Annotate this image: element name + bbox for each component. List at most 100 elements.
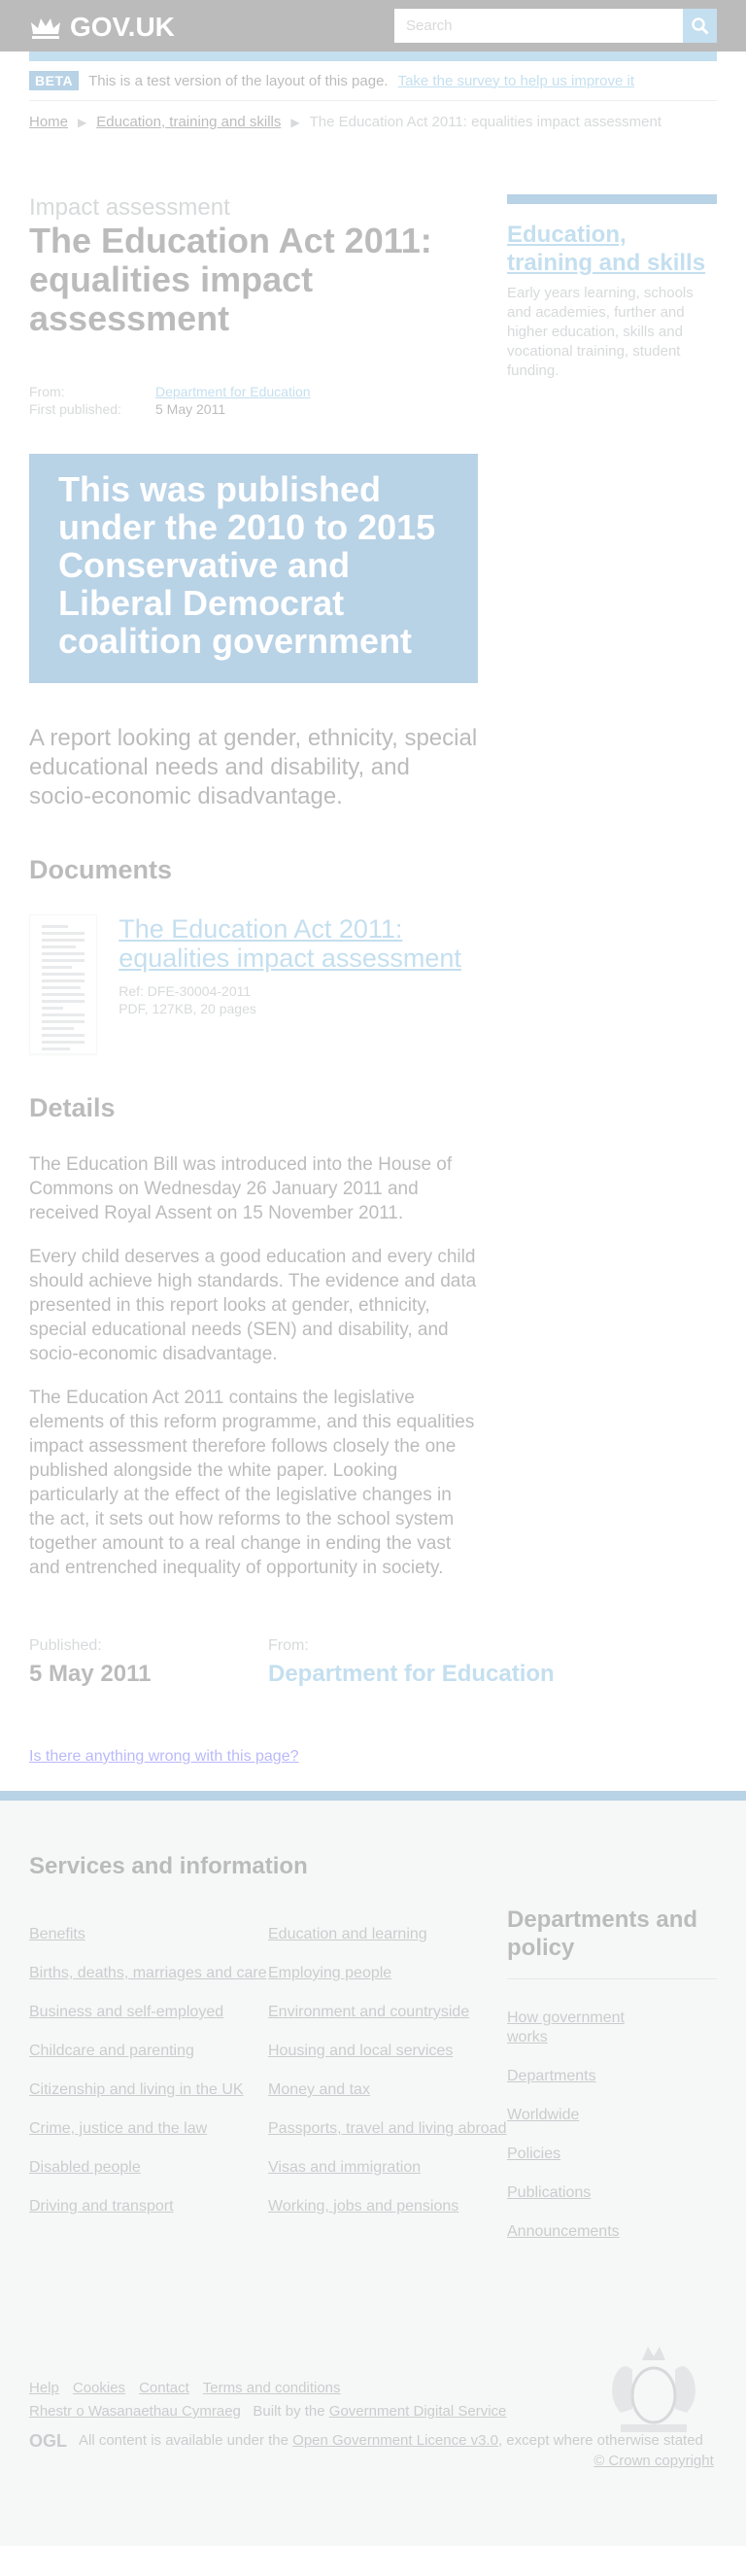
survey-link[interactable]: Take the survey to help us improve it xyxy=(398,73,634,89)
footer-link-employing[interactable]: Employing people xyxy=(268,1964,507,1983)
main-container: BETA This is a test version of the layou… xyxy=(29,61,717,1766)
document-thumbnail[interactable] xyxy=(29,914,98,1054)
search-icon xyxy=(691,17,709,35)
published-footer-date: 5 May 2011 xyxy=(29,1661,152,1687)
breadcrumb-topic[interactable]: Education, training and skills xyxy=(96,114,281,130)
document-type: Impact assessment xyxy=(29,194,230,221)
content-layout: Impact assessment The Education Act 2011… xyxy=(29,194,717,1580)
footer-link-business[interactable]: Business and self-employed xyxy=(29,2003,268,2022)
footer-link-disabled[interactable]: Disabled people xyxy=(29,2158,268,2178)
document-file-info: PDF, 127KB, 20 pages xyxy=(119,1001,256,1016)
details-body: The Education Bill was introduced into t… xyxy=(29,1152,478,1580)
footer-link-welsh[interactable]: Rhestr o Wasanaethau Cymraeg xyxy=(29,2403,241,2420)
document-info: The Education Act 2011: equalities impac… xyxy=(119,914,478,1054)
document-meta: Ref: DFE-30004-2011 PDF, 127KB, 20 pages xyxy=(119,982,478,1017)
licence-link[interactable]: Open Government Licence v3.0 xyxy=(292,2432,498,2449)
footer-link-housing[interactable]: Housing and local services xyxy=(268,2042,507,2061)
details-paragraph: The Education Bill was introduced into t… xyxy=(29,1154,453,1223)
footer-link-cookies[interactable]: Cookies xyxy=(73,2380,125,2396)
departments-heading: Departments and policy xyxy=(507,1906,698,1961)
footer-meta: Help Cookies Contact Terms and condition… xyxy=(29,2347,717,2469)
footer-link-departments[interactable]: Departments xyxy=(507,2067,717,2086)
footer-link-environment[interactable]: Environment and countryside xyxy=(268,2003,507,2022)
report-problem-link[interactable]: Is there anything wrong with this page? xyxy=(29,1748,299,1765)
footer-link-visas[interactable]: Visas and immigration xyxy=(268,2158,507,2178)
details-paragraph: The Education Act 2011 contains the legi… xyxy=(29,1388,475,1578)
documents-heading: Documents xyxy=(29,855,173,884)
logo-text: GOV.UK xyxy=(70,12,175,42)
document-title-link[interactable]: The Education Act 2011: equalities impac… xyxy=(119,914,461,973)
published-footer-label: Published: xyxy=(29,1637,102,1654)
from-block: From: Department for Education xyxy=(268,1637,657,1688)
site-header: GOV.UK xyxy=(0,0,746,52)
document-attachment: The Education Act 2011: equalities impac… xyxy=(29,914,478,1054)
footer-link-citizenship[interactable]: Citizenship and living in the UK xyxy=(29,2080,268,2100)
published-footer: Published: 5 May 2011 From: Department f… xyxy=(29,1637,717,1688)
services-column-1: Benefits Births, deaths, marriages and c… xyxy=(29,1925,268,2236)
beta-text: This is a test version of the layout of … xyxy=(88,72,389,89)
sidebar-accent-bar xyxy=(507,194,717,204)
search-button[interactable] xyxy=(683,9,717,43)
sidebar-description: Early years learning, schools and academ… xyxy=(507,285,694,379)
from-footer-label: From: xyxy=(268,1637,309,1654)
beta-tag: BETA xyxy=(29,71,80,90)
published-label: First published: xyxy=(29,401,121,417)
footer-link-benefits[interactable]: Benefits xyxy=(29,1925,268,1944)
departments-divider xyxy=(507,1978,717,1979)
related-topic-sidebar: Education, training and skills Early yea… xyxy=(507,194,717,1580)
breadcrumb: Home ▶ Education, training and skills ▶ … xyxy=(29,101,717,143)
footer-link-working[interactable]: Working, jobs and pensions xyxy=(268,2197,507,2216)
licence-prefix: All content is available under the xyxy=(79,2432,288,2449)
crown-copyright-link[interactable]: © Crown copyright xyxy=(593,2453,714,2469)
footer-navigation: Services and information Benefits Births… xyxy=(29,1853,717,2240)
footer-link-money[interactable]: Money and tax xyxy=(268,2080,507,2100)
site-footer: Services and information Benefits Births… xyxy=(0,1791,746,2546)
from-footer-department-link[interactable]: Department for Education xyxy=(268,1661,555,1687)
departments-list: How government works Departments Worldwi… xyxy=(507,2009,717,2242)
breadcrumb-home[interactable]: Home xyxy=(29,114,68,130)
footer-link-how-government-works[interactable]: How government works xyxy=(507,2009,633,2047)
chevron-right-icon: ▶ xyxy=(78,115,87,129)
footer-link-passports[interactable]: Passports, travel and living abroad xyxy=(268,2119,507,2139)
document-ref: Ref: DFE-30004-2011 xyxy=(119,983,252,999)
feedback-prompt: Is there anything wrong with this page? xyxy=(29,1748,717,1766)
page: GOV.UK BETA This is a test version of th… xyxy=(0,0,746,2546)
published-date: 5 May 2011 xyxy=(155,401,226,417)
footer-link-help[interactable]: Help xyxy=(29,2380,59,2396)
crown-icon xyxy=(31,18,60,39)
search-input[interactable] xyxy=(394,9,683,43)
sidebar-topic-link[interactable]: Education, training and skills xyxy=(507,222,705,276)
departments-section: Departments and policy How government wo… xyxy=(507,1853,717,2261)
footer-link-births[interactable]: Births, deaths, marriages and care xyxy=(29,1964,268,1983)
services-column-2: Education and learning Employing people … xyxy=(268,1925,507,2236)
header-accent-bar xyxy=(29,52,717,61)
chevron-right-icon: ▶ xyxy=(290,115,300,129)
from-department-link[interactable]: Department for Education xyxy=(155,383,311,400)
footer-link-contact[interactable]: Contact xyxy=(139,2380,189,2396)
royal-coat-of-arms-icon xyxy=(611,2347,695,2432)
footer-link-terms[interactable]: Terms and conditions xyxy=(203,2380,341,2396)
footer-link-publications[interactable]: Publications xyxy=(507,2183,717,2203)
footer-link-gds[interactable]: Government Digital Service xyxy=(329,2403,507,2420)
crown-copyright: © Crown copyright xyxy=(591,2341,717,2469)
footer-link-education[interactable]: Education and learning xyxy=(268,1925,507,1944)
metadata-from: From: Department for Education xyxy=(29,383,478,400)
from-label: From: xyxy=(29,384,65,399)
footer-link-childcare[interactable]: Childcare and parenting xyxy=(29,2042,268,2061)
breadcrumb-current: The Education Act 2011: equalities impac… xyxy=(309,114,662,130)
footer-link-crime[interactable]: Crime, justice and the law xyxy=(29,2119,268,2139)
footer-link-policies[interactable]: Policies xyxy=(507,2145,717,2164)
search-form xyxy=(394,9,717,43)
metadata: From: Department for Education First pub… xyxy=(29,383,478,418)
beta-banner: BETA This is a test version of the layou… xyxy=(29,61,717,101)
footer-link-worldwide[interactable]: Worldwide xyxy=(507,2106,717,2125)
history-notice: This was published under the 2010 to 201… xyxy=(29,454,478,683)
ogl-logo-icon: OGL xyxy=(29,2431,67,2451)
footer-link-driving[interactable]: Driving and transport xyxy=(29,2197,268,2216)
footer-link-announcements[interactable]: Announcements xyxy=(507,2222,717,2242)
details-paragraph: Every child deserves a good education an… xyxy=(29,1247,477,1364)
published-block: Published: 5 May 2011 xyxy=(29,1637,268,1688)
page-title: The Education Act 2011: equalities impac… xyxy=(29,221,432,338)
govuk-logo-link[interactable]: GOV.UK xyxy=(29,12,175,43)
metadata-published: First published: 5 May 2011 xyxy=(29,400,478,418)
